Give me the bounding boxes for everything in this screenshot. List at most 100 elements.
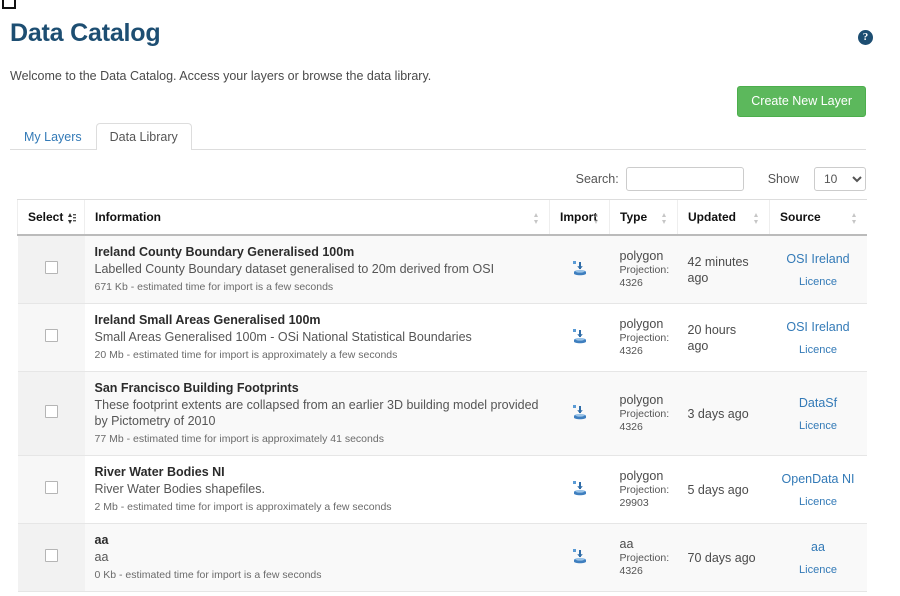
layer-title: River Water Bodies NI xyxy=(94,465,225,479)
source-link[interactable]: DataSf xyxy=(780,395,857,411)
licence-link[interactable]: Licence xyxy=(780,343,857,357)
show-entries-select[interactable]: 102550100 xyxy=(814,167,866,191)
layer-title: San Francisco Building Footprints xyxy=(94,381,299,395)
layer-updated: 70 days ago xyxy=(687,550,756,565)
information-cell: Ireland Small Areas Generalised 100m Smal… xyxy=(84,303,550,372)
sort-both-icon xyxy=(592,213,601,224)
tab-data-library[interactable]: Data Library xyxy=(95,123,192,150)
layer-updated: 3 days ago xyxy=(687,406,749,421)
source-link[interactable]: OSI Ireland xyxy=(780,319,857,335)
show-entries-control: Show 102550100 xyxy=(768,167,866,191)
import-to-database-icon[interactable] xyxy=(572,548,588,568)
source-cell: OSI Ireland Licence xyxy=(769,303,867,372)
row-select-checkbox[interactable] xyxy=(44,405,58,418)
help-icon[interactable]: ? xyxy=(858,30,873,45)
tab-bar: My Layers Data Library xyxy=(10,123,866,150)
licence-link[interactable]: Licence xyxy=(780,419,857,433)
licence-link[interactable]: Licence xyxy=(780,275,857,289)
page-header: Data Catalog Welcome to the Data Catalog… xyxy=(0,0,900,84)
type-cell: aa Projection: 4326 xyxy=(609,523,678,592)
layer-description: These footprint extents are collapsed fr… xyxy=(94,398,539,428)
table-row: Ireland County Boundary Generalised 100m… xyxy=(17,235,867,304)
table-row: San Francisco Building Footprints These f… xyxy=(17,371,867,456)
data-library-table: Select Information Import Type Updated S… xyxy=(17,199,867,592)
layer-size-estimate: 0 Kb - estimated time for import is a fe… xyxy=(94,569,322,581)
layer-size-estimate: 2 Mb - estimated time for import is appr… xyxy=(94,501,392,513)
sort-both-icon xyxy=(532,213,541,224)
import-to-database-icon[interactable] xyxy=(572,328,588,348)
licence-link[interactable]: Licence xyxy=(780,495,857,509)
column-header-import[interactable]: Import xyxy=(549,199,610,236)
information-cell: Ireland County Boundary Generalised 100m… xyxy=(84,235,550,304)
import-cell xyxy=(549,371,610,456)
table-body: Ireland County Boundary Generalised 100m… xyxy=(17,235,867,592)
layer-projection: Projection: 29903 xyxy=(619,484,670,509)
column-header-updated[interactable]: Updated xyxy=(677,199,770,236)
table-header: Select Information Import Type Updated S… xyxy=(17,199,867,236)
layer-geometry-type: polygon xyxy=(619,469,664,483)
tab-my-layers[interactable]: My Layers xyxy=(10,123,96,150)
select-cell xyxy=(17,235,85,304)
type-cell: polygon Projection: 4326 xyxy=(609,303,678,372)
import-cell xyxy=(549,455,610,524)
column-header-source-label: Source xyxy=(780,210,821,224)
layer-title: Ireland Small Areas Generalised 100m xyxy=(94,313,321,327)
select-cell xyxy=(17,523,85,592)
licence-link[interactable]: Licence xyxy=(780,563,857,577)
import-cell xyxy=(549,303,610,372)
row-select-checkbox[interactable] xyxy=(44,549,58,562)
source-cell: OSI Ireland Licence xyxy=(769,235,867,304)
column-header-select[interactable]: Select xyxy=(17,199,85,236)
import-to-database-icon[interactable] xyxy=(572,404,588,424)
source-link[interactable]: OpenData NI xyxy=(780,471,857,487)
layer-description: aa xyxy=(94,550,109,564)
select-cell xyxy=(17,371,85,456)
layer-geometry-type: polygon xyxy=(619,249,664,263)
import-to-database-icon[interactable] xyxy=(572,260,588,280)
sort-both-icon xyxy=(660,213,669,224)
information-cell: River Water Bodies NI River Water Bodies … xyxy=(84,455,550,524)
sort-both-icon xyxy=(67,213,76,224)
page-intro-text: Welcome to the Data Catalog. Access your… xyxy=(10,69,432,83)
type-cell: polygon Projection: 4326 xyxy=(609,371,678,456)
import-cell xyxy=(549,523,610,592)
row-select-checkbox[interactable] xyxy=(44,261,58,274)
import-to-database-icon[interactable] xyxy=(572,480,588,500)
updated-cell: 70 days ago xyxy=(677,523,770,592)
source-link[interactable]: OSI Ireland xyxy=(780,251,857,267)
layer-title: aa xyxy=(94,533,109,547)
layer-description: River Water Bodies shapefiles. xyxy=(94,482,265,496)
layer-size-estimate: 77 Mb - estimated time for import is app… xyxy=(94,433,384,445)
updated-cell: 42 minutes ago xyxy=(677,235,770,304)
column-header-type[interactable]: Type xyxy=(609,199,678,236)
column-header-source[interactable]: Source xyxy=(769,199,867,236)
updated-cell: 5 days ago xyxy=(677,455,770,524)
data-catalog-page: Data Catalog Welcome to the Data Catalog… xyxy=(0,0,900,596)
column-header-information[interactable]: Information xyxy=(84,199,550,236)
create-new-layer-button[interactable]: Create New Layer xyxy=(737,86,866,117)
layer-updated: 5 days ago xyxy=(687,482,749,497)
layer-size-estimate: 20 Mb - estimated time for import is app… xyxy=(94,349,398,361)
sort-both-icon xyxy=(850,213,859,224)
layer-description: Small Areas Generalised 100m - OSi Natio… xyxy=(94,330,472,344)
source-link[interactable]: aa xyxy=(780,539,857,555)
information-cell: aa aa 0 Kb - estimated time for import is … xyxy=(84,523,550,592)
layer-title: Ireland County Boundary Generalised 100m xyxy=(94,245,355,259)
import-cell xyxy=(549,235,610,304)
source-cell: OpenData NI Licence xyxy=(769,455,867,524)
information-cell: San Francisco Building Footprints These f… xyxy=(84,371,550,456)
search-label: Search: xyxy=(575,172,619,186)
layer-projection: Projection: 4326 xyxy=(619,408,670,433)
column-header-updated-label: Updated xyxy=(688,210,736,224)
layer-updated: 20 hours ago xyxy=(687,322,737,353)
select-cell xyxy=(17,455,85,524)
updated-cell: 20 hours ago xyxy=(677,303,770,372)
table-row: River Water Bodies NI River Water Bodies … xyxy=(17,455,867,524)
row-select-checkbox[interactable] xyxy=(44,481,58,494)
row-select-checkbox[interactable] xyxy=(44,329,58,342)
type-cell: polygon Projection: 29903 xyxy=(609,455,678,524)
table-header-row: Select Information Import Type Updated S… xyxy=(17,199,867,236)
search-input[interactable] xyxy=(625,167,744,191)
updated-cell: 3 days ago xyxy=(677,371,770,456)
layer-geometry-type: aa xyxy=(619,537,634,551)
